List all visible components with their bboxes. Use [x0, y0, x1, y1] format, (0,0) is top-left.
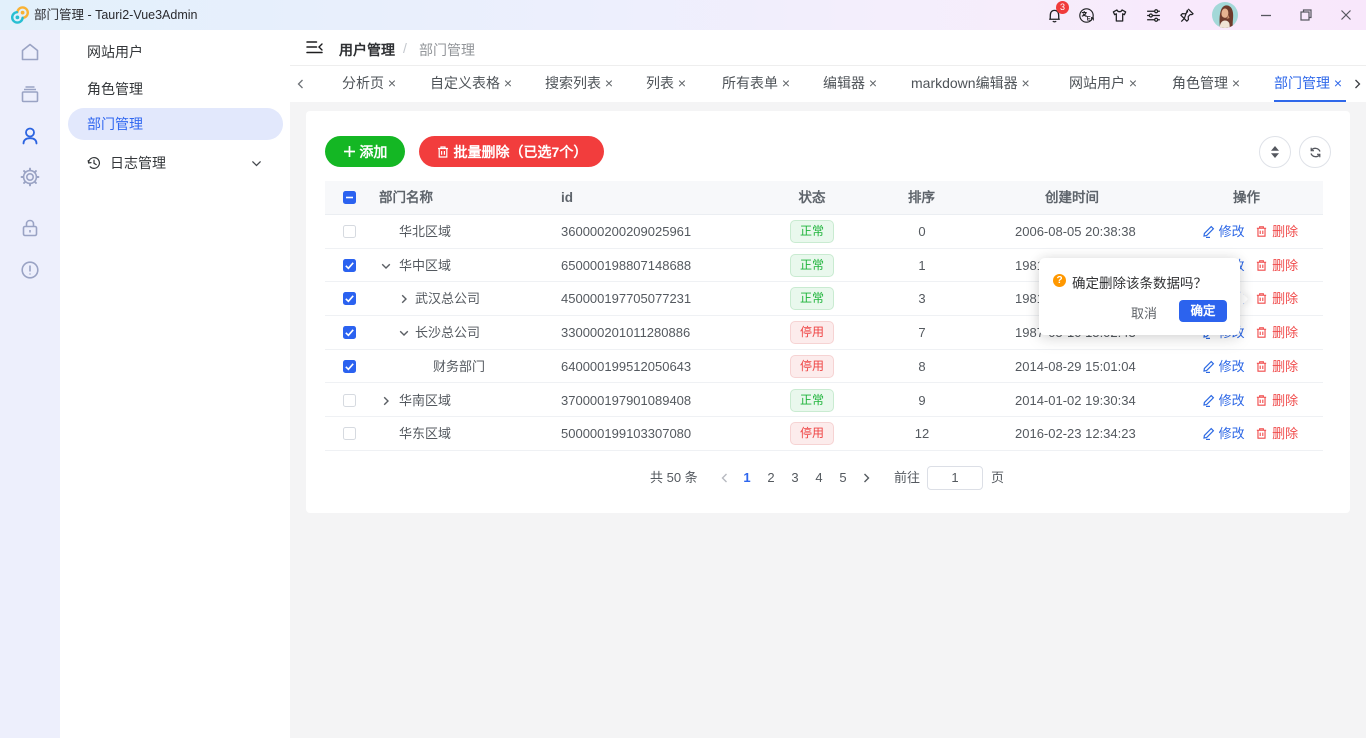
- svg-text:En: En: [1087, 16, 1095, 22]
